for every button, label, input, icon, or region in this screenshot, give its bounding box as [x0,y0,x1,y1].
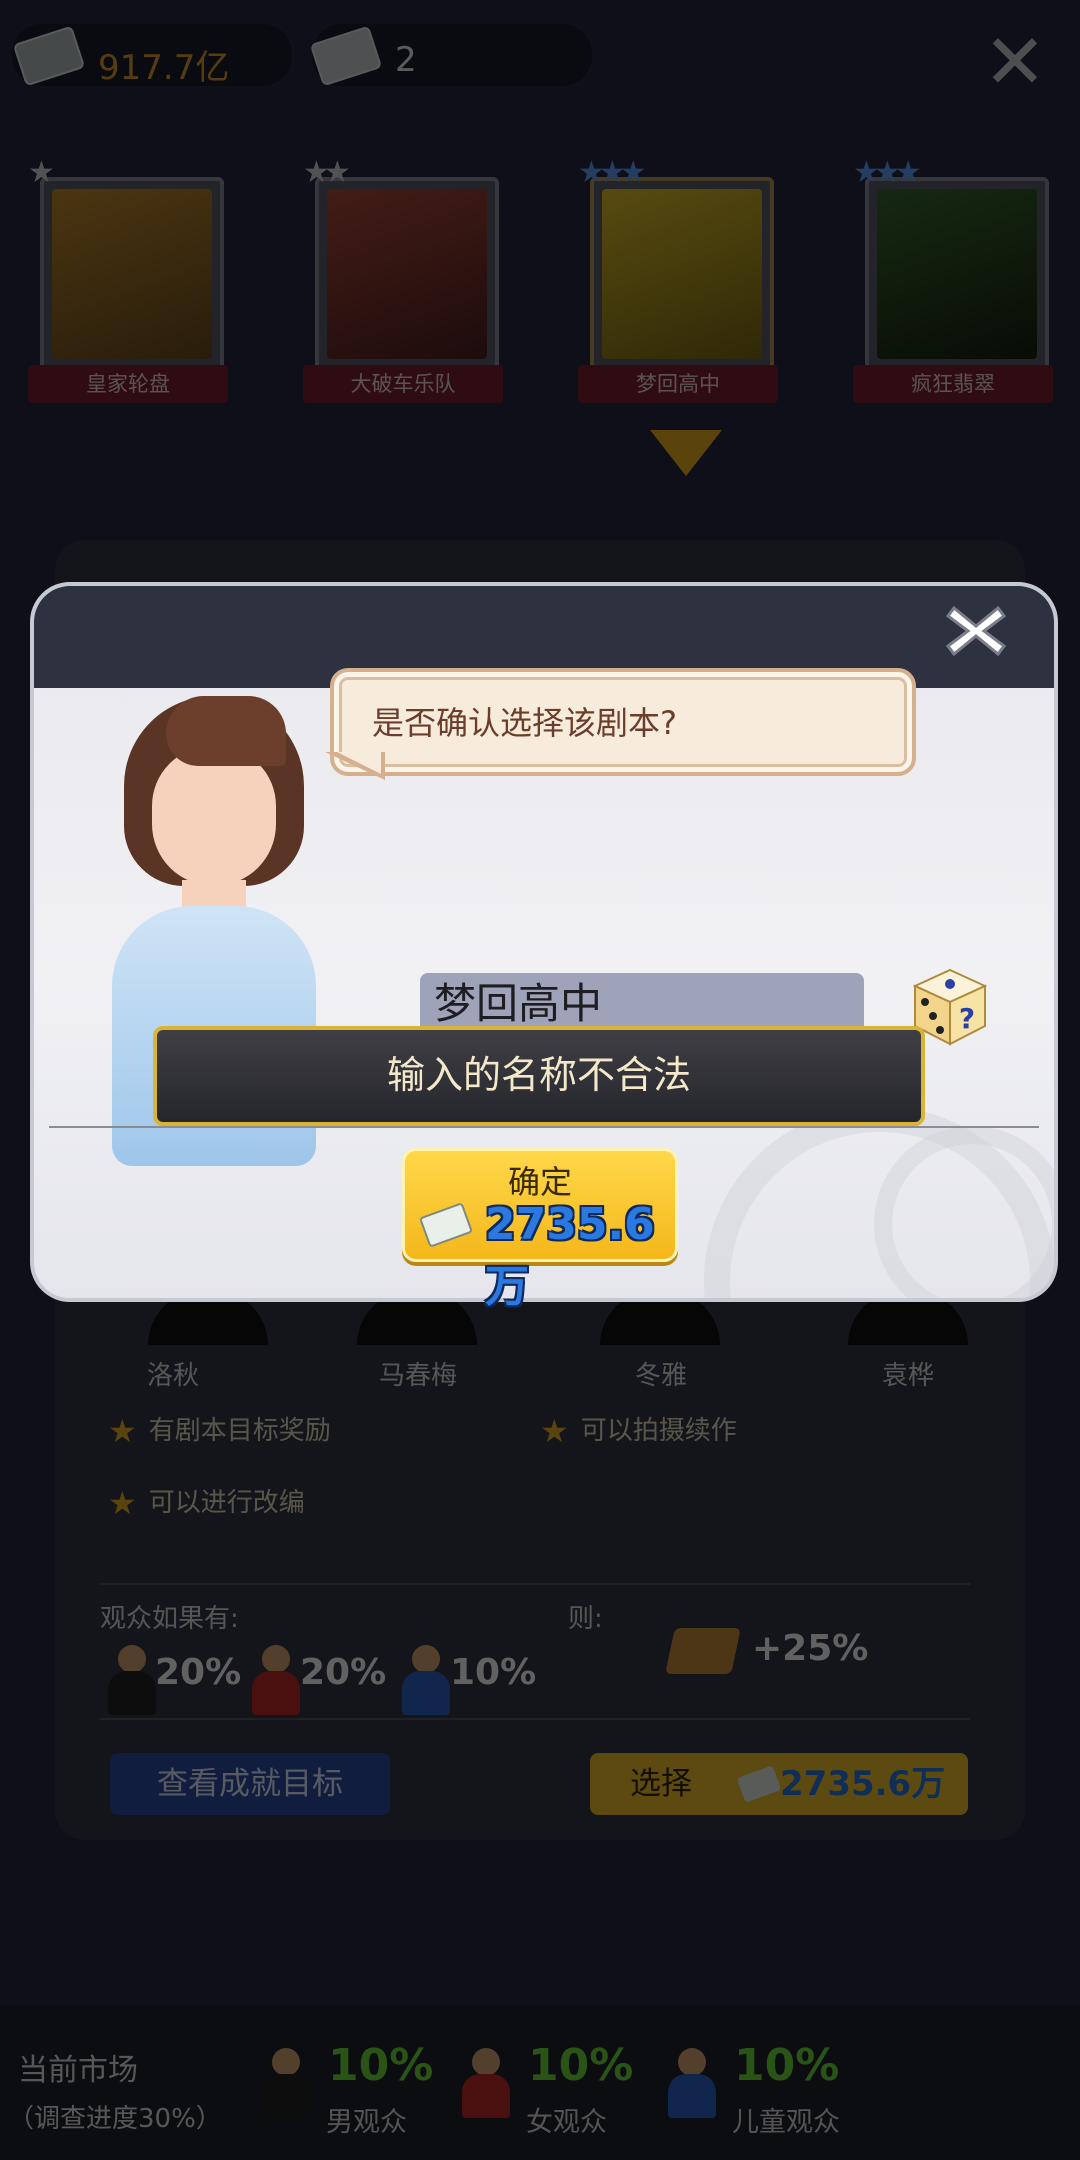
star-rating: ★★★ [578,155,647,190]
confirm-price: 2735.6万 [485,1199,655,1312]
feature-sequel: ★ 可以拍摄续作 [540,1412,737,1450]
market-female-label: 女观众 [526,2107,607,2138]
script-card-3[interactable]: ★★★ 梦回高中 [578,155,778,403]
star-icon: ★ [108,1484,137,1522]
select-button[interactable]: 选择 2735.6万 [590,1753,968,1815]
star-icon: ★ [108,1412,137,1450]
market-child-pct: 10% [734,2040,840,2091]
actor-name: 袁桦 [881,1361,934,1391]
male-audience-icon [262,2048,310,2118]
star-rating: ★★ [303,155,351,190]
close-icon [945,605,1007,657]
star-rating: ★ [28,155,55,190]
view-goals-button[interactable]: 查看成就目标 [110,1753,390,1815]
male-requirement: 20% [155,1652,242,1693]
confirm-label: 确定 [507,1163,572,1201]
actor-name: 洛秋 [146,1361,199,1391]
cash-icon [736,1765,782,1803]
poster-image [877,189,1037,359]
actor-name: 马春梅 [378,1361,457,1391]
market-progress: （调查进度30%） [8,2104,222,2134]
speech-bubble: 是否确认选择该剧本? [330,668,916,776]
female-audience-icon [252,1645,300,1715]
poster-image [52,189,212,359]
script-title: 大破车乐队 [303,365,503,403]
script-card-4[interactable]: ★★★ 疯狂翡翠 [853,155,1053,403]
feature-adapt: ★ 可以进行改编 [108,1484,305,1522]
error-toast: 输入的名称不合法 [153,1026,925,1126]
audience-then-label: 则: [568,1604,603,1634]
market-male-label: 男观众 [326,2107,407,2138]
market-child-label: 儿童观众 [732,2107,840,2138]
child-audience-icon [402,1645,450,1715]
female-audience-icon [462,2048,510,2118]
confirm-question: 是否确认选择该剧本? [372,704,677,742]
star-icon: ★ [540,1412,569,1450]
bonus-value: +25% [752,1628,869,1669]
market-male-pct: 10% [328,2040,434,2091]
divider [49,1126,1039,1128]
audience-if-label: 观众如果有: [100,1604,239,1634]
poster-image [327,189,487,359]
actor-name: 冬雅 [634,1361,687,1391]
selected-indicator-icon [650,430,722,476]
confirm-button[interactable]: 确定 2735.6万 [402,1148,678,1312]
market-title: 当前市场 [18,2053,138,2088]
gold-amount: 917.7亿 [98,48,230,88]
script-card-1[interactable]: ★ 皇家轮盘 [28,155,228,403]
divider [100,1718,970,1720]
script-title: 疯狂翡翠 [853,365,1053,403]
script-card-2[interactable]: ★★ 大破车乐队 [303,155,503,403]
poster-image [602,189,762,359]
male-audience-icon [108,1645,156,1715]
select-label: 选择 [630,1766,692,1802]
market-female-pct: 10% [528,2040,634,2091]
divider [100,1583,970,1585]
svg-text:?: ? [959,1002,975,1035]
ticket-amount: 2 [395,40,417,80]
child-audience-icon [668,2048,716,2118]
feature-reward: ★ 有剧本目标奖励 [108,1412,331,1450]
script-title: 梦回高中 [578,365,778,403]
book-icon [665,1628,741,1674]
child-requirement: 10% [450,1652,537,1693]
female-requirement: 20% [300,1652,387,1693]
screen-close-icon[interactable]: ✕ [975,22,1055,102]
close-dialog-button[interactable] [940,598,1012,664]
select-price: 2735.6万 [780,1764,946,1804]
star-rating: ★★★ [853,155,922,190]
cash-icon [418,1202,474,1248]
script-title: 皇家轮盘 [28,365,228,403]
